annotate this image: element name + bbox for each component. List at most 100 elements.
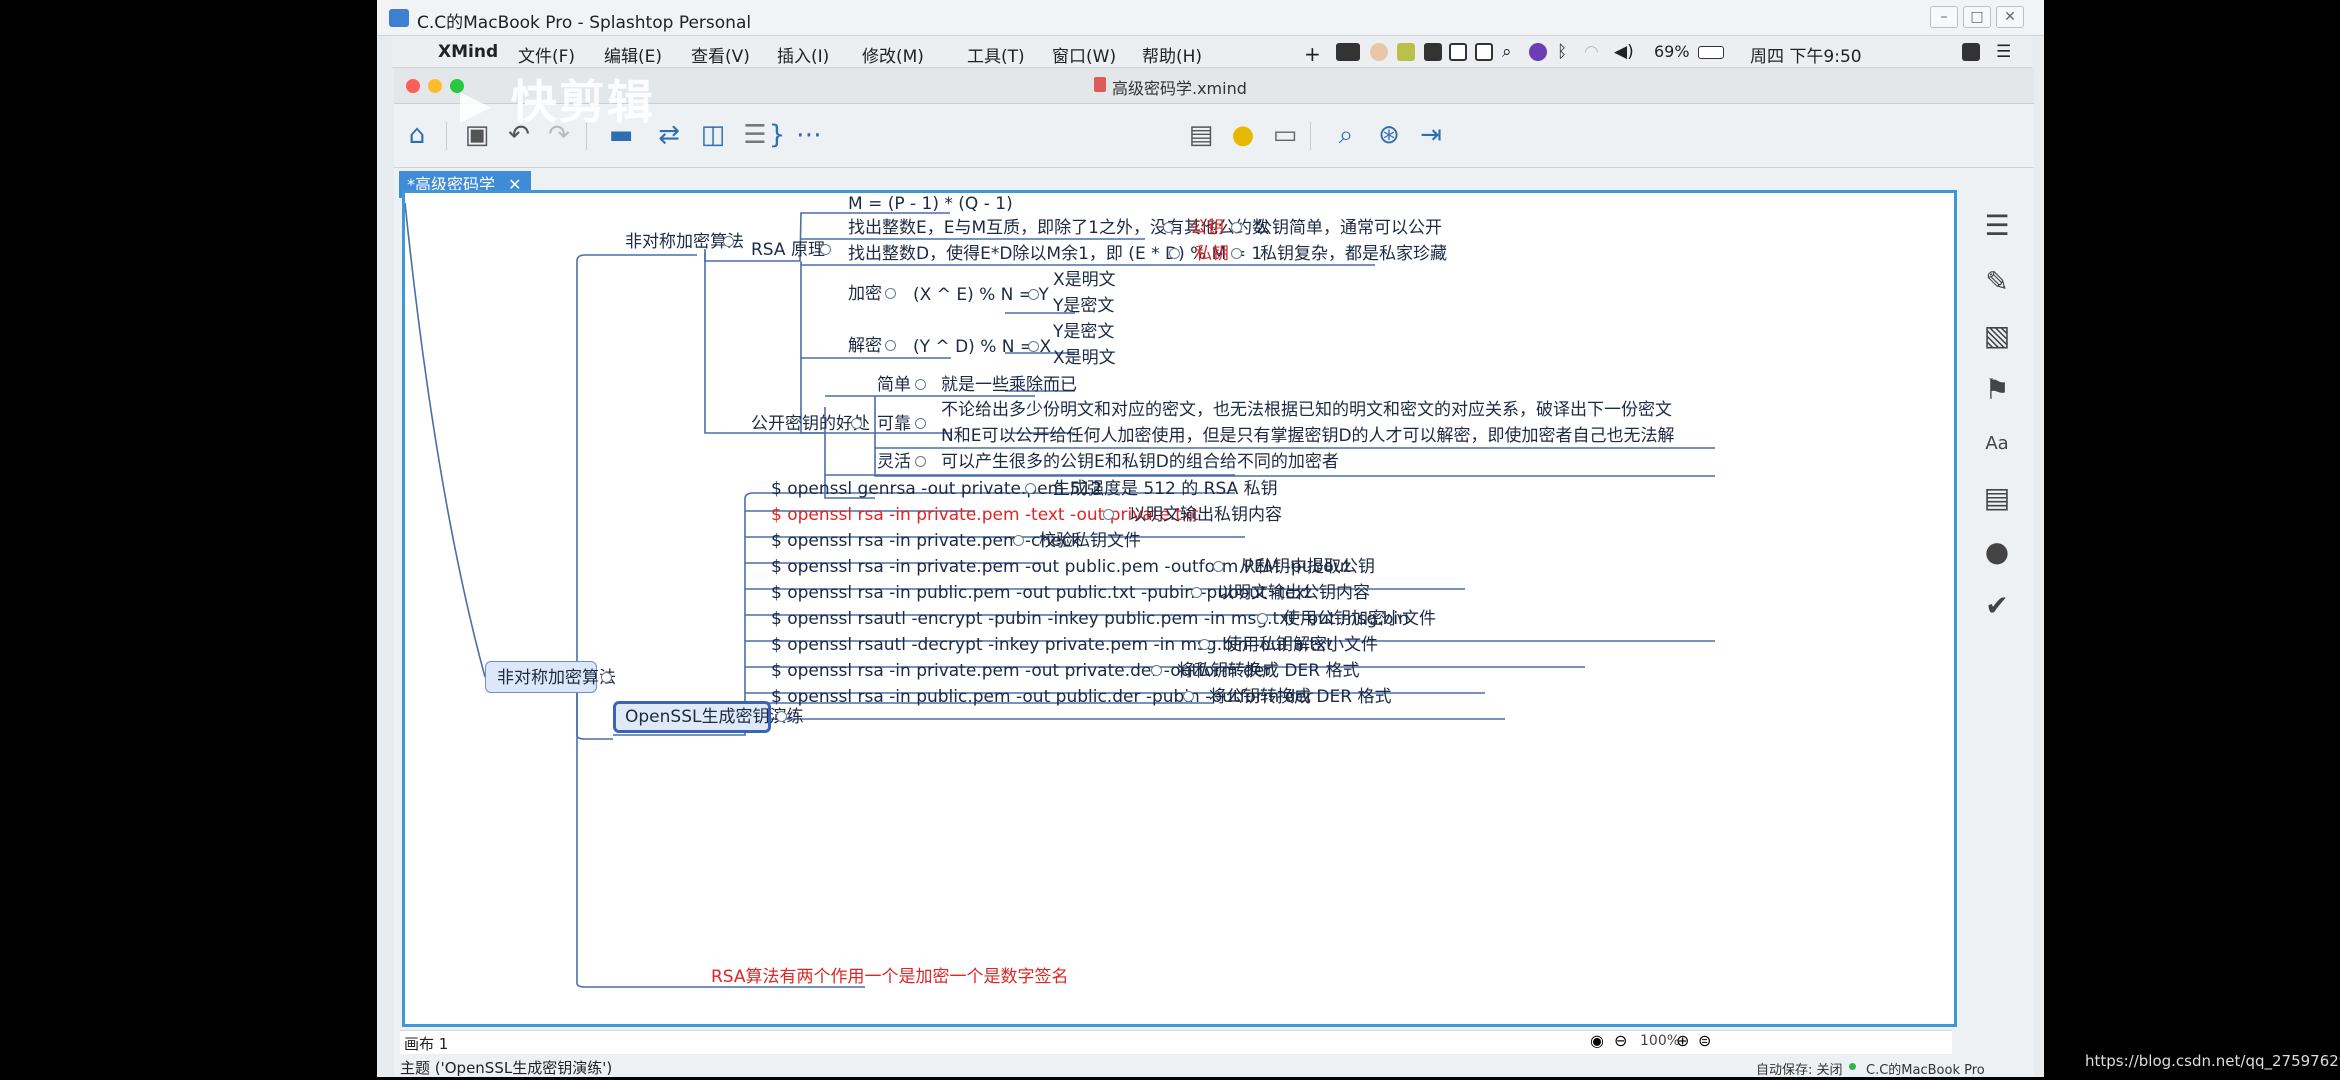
marker-flag-icon[interactable]: ⚑ — [1979, 372, 2015, 408]
status-icon[interactable] — [1370, 43, 1388, 61]
fit-icon[interactable]: ⊜ — [1698, 1031, 1711, 1050]
menu-insert[interactable]: 插入(I) — [777, 42, 829, 67]
openssl-cmd-3[interactable]: $ openssl rsa -in private.pem -check — [771, 530, 1081, 552]
collapse-toggle-icon[interactable] — [1231, 222, 1242, 233]
share-icon[interactable]: ⊛ — [1372, 118, 1406, 152]
encrypt-topic[interactable]: 加密 — [848, 283, 882, 305]
collapse-toggle-icon[interactable] — [1163, 222, 1174, 233]
zoom-in-icon[interactable]: ⊕ — [1676, 1031, 1689, 1050]
idea-bulb-icon[interactable]: ● — [1226, 118, 1260, 152]
menu-edit[interactable]: 编辑(E) — [604, 42, 662, 67]
collapse-toggle-icon[interactable] — [723, 236, 734, 247]
outline-panel-icon[interactable]: ☰ — [1979, 208, 2015, 244]
tool-icon[interactable] — [1397, 43, 1415, 61]
collapse-toggle-icon[interactable] — [601, 672, 612, 683]
app-icon[interactable] — [1962, 43, 1980, 61]
private-key-tag[interactable]: 私钥 — [1195, 243, 1229, 265]
openssl-note-2[interactable]: 以明文输出私钥内容 — [1129, 504, 1282, 526]
lock-icon[interactable] — [1424, 43, 1442, 61]
close-dot-icon[interactable] — [406, 79, 420, 93]
mindmap-canvas[interactable]: 非对称加密算法 非对称加密算法 RSA 原理 M = (P - 1) * (Q … — [402, 190, 1957, 1027]
wifi-icon[interactable]: ◠ — [1584, 42, 1599, 62]
collapse-toggle-icon[interactable] — [915, 418, 926, 429]
collapse-toggle-icon[interactable] — [1025, 483, 1036, 494]
volume-icon[interactable]: ◀) — [1614, 42, 1634, 62]
eye-icon[interactable]: ◉ — [1590, 1031, 1604, 1050]
relationship-icon[interactable]: ⇄ — [652, 118, 686, 152]
openssl-note-6[interactable]: 使用公钥加密小文件 — [1283, 608, 1436, 630]
simple-note[interactable]: 就是一些乘除而已 — [941, 374, 1077, 396]
encrypt-y-note[interactable]: Y是密文 — [1053, 295, 1114, 317]
reliable-topic[interactable]: 可靠 — [877, 413, 911, 435]
brace-icon[interactable]: } — [760, 118, 794, 152]
rsa-m-formula[interactable]: M = (P - 1) * (Q - 1) — [848, 193, 1013, 215]
reliable-note-1[interactable]: 不论给出多少份明文和对应的密文，也无法根据已知的明文和密文的对应关系，破译出下一… — [941, 399, 1672, 421]
rsa-principle-topic[interactable]: RSA 原理 — [751, 239, 825, 261]
simple-topic[interactable]: 简单 — [877, 374, 911, 396]
collapse-toggle-icon[interactable] — [1231, 248, 1242, 259]
grid-icon[interactable] — [1449, 43, 1467, 61]
flexible-topic[interactable]: 灵活 — [877, 451, 911, 473]
flexible-note[interactable]: 可以产生很多的公钥E和私钥D的组合给不同的加密者 — [941, 451, 1339, 473]
collapse-toggle-icon[interactable] — [1199, 639, 1210, 650]
decrypt-y-note[interactable]: Y是密文 — [1053, 321, 1114, 343]
menu-modify[interactable]: 修改(M) — [862, 42, 924, 67]
menu-app[interactable]: XMind — [438, 42, 498, 62]
menu-view[interactable]: 查看(V) — [691, 42, 750, 67]
canvas-tab[interactable]: 画布 1 — [404, 1033, 448, 1054]
collapse-toggle-icon[interactable] — [885, 340, 896, 351]
public-key-tag[interactable]: 公钥 — [1190, 217, 1224, 239]
minimize-dot-icon[interactable] — [428, 79, 442, 93]
export-icon[interactable]: ⇥ — [1414, 118, 1448, 152]
close-button[interactable]: ✕ — [1996, 6, 2024, 28]
collapse-toggle-icon[interactable] — [1028, 341, 1039, 352]
collapse-toggle-icon[interactable] — [915, 379, 926, 390]
menu-tools[interactable]: 工具(T) — [967, 42, 1025, 67]
decrypt-topic[interactable]: 解密 — [848, 335, 882, 357]
openssl-note-8[interactable]: 将私钥转换成 DER 格式 — [1177, 660, 1359, 682]
private-key-note[interactable]: 私钥复杂，都是私家珍藏 — [1260, 243, 1447, 265]
clock[interactable]: 周四 下午9:50 — [1750, 42, 1862, 67]
collapse-toggle-icon[interactable] — [1213, 561, 1224, 572]
menu-list-icon[interactable]: ☰ — [1996, 42, 2011, 62]
openssl-note-5[interactable]: 以明文输出公钥内容 — [1217, 582, 1370, 604]
menu-help[interactable]: 帮助(H) — [1142, 42, 1202, 67]
openssl-note-7[interactable]: 使用私钥解密小文件 — [1225, 634, 1378, 656]
minimize-button[interactable]: – — [1930, 6, 1958, 28]
search-icon[interactable]: ⌕ — [1502, 42, 1512, 62]
collapse-toggle-icon[interactable] — [1183, 691, 1194, 702]
image-icon[interactable]: ▧ — [1979, 318, 2015, 354]
collapse-toggle-icon[interactable] — [776, 711, 787, 722]
reliable-note-2[interactable]: N和E可以公开给任何人加密使用，但是只有掌握密钥D的人才可以解密，即使加密者自己… — [941, 425, 1951, 447]
maximize-button[interactable]: □ — [1963, 6, 1991, 28]
text-style-icon[interactable]: Aa — [1979, 426, 2015, 462]
collapse-toggle-icon[interactable] — [1257, 613, 1268, 624]
collapse-toggle-icon[interactable] — [1169, 248, 1180, 259]
encrypt-x-note[interactable]: X是明文 — [1053, 269, 1116, 291]
collapse-toggle-icon[interactable] — [915, 456, 926, 467]
collapse-toggle-icon[interactable] — [1028, 289, 1039, 300]
openssl-note-1[interactable]: 生成强度是 512 的 RSA 私钥 — [1053, 478, 1278, 500]
presentation-icon[interactable]: ▤ — [1184, 118, 1218, 152]
home-icon[interactable]: ⌂ — [400, 118, 434, 152]
bluetooth-icon[interactable]: ᛒ — [1557, 42, 1567, 62]
siri-icon[interactable] — [1529, 43, 1547, 61]
openssl-note-4[interactable]: 从私钥中提取公钥 — [1239, 556, 1375, 578]
search-icon[interactable]: ⌕ — [1329, 118, 1363, 152]
battery-icon[interactable] — [1698, 46, 1724, 59]
wd-icon[interactable] — [1336, 43, 1360, 61]
collapse-toggle-icon[interactable] — [851, 418, 862, 429]
menu-window[interactable]: 窗口(W) — [1052, 42, 1116, 67]
openssl-note-9[interactable]: 将公钥转换成 DER 格式 — [1209, 686, 1391, 708]
notes-icon[interactable]: ▤ — [1979, 480, 2015, 516]
format-brush-icon[interactable]: ✎ — [1979, 264, 2015, 300]
collapse-toggle-icon[interactable] — [1151, 665, 1162, 676]
account-name[interactable]: C.C的MacBook Pro — [1866, 1059, 1985, 1078]
collapse-toggle-icon[interactable] — [1191, 587, 1202, 598]
collapse-toggle-icon[interactable] — [885, 288, 896, 299]
collapse-toggle-icon[interactable] — [1103, 509, 1114, 520]
zoom-out-icon[interactable]: ⊖ — [1614, 1031, 1627, 1050]
collapse-toggle-icon[interactable] — [1013, 535, 1024, 546]
comment-icon[interactable]: ● — [1979, 534, 2015, 570]
public-key-note[interactable]: 公钥简单，通常可以公开 — [1255, 217, 1442, 239]
